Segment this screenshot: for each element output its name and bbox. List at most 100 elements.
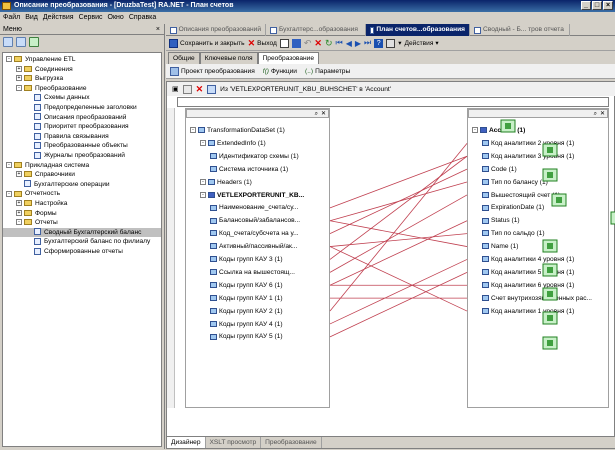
document-tab[interactable]: Бухгалтерс...образования	[266, 24, 366, 36]
expand-icon[interactable]: +	[16, 200, 22, 207]
mapping-link[interactable]	[329, 155, 468, 209]
params-button[interactable]: (..) Параметры	[305, 68, 350, 75]
tree-item[interactable]: + Настройка	[3, 199, 161, 209]
menu-item[interactable]: Действия	[43, 12, 74, 23]
main-toolbar: Сохранить и закрыть ✕ Выход ↶ ✕ ↻ ⏮ ◀ ▶ ⏭…	[166, 36, 615, 51]
tree-item[interactable]: Предопределенные заголовки	[3, 103, 161, 113]
maximize-button[interactable]: □	[592, 1, 602, 10]
designer-tab[interactable]: Преобразование	[261, 437, 322, 448]
expand-icon[interactable]: +	[16, 209, 22, 216]
sub-tab[interactable]: Ключевые поля	[199, 52, 258, 64]
mapping-link[interactable]	[329, 233, 468, 247]
tree-item[interactable]: Сформированные отчеты	[3, 247, 161, 257]
project-button[interactable]: Проект преобразования	[170, 66, 255, 76]
tree-item[interactable]: + Справочники	[3, 170, 161, 180]
tree-item[interactable]: - Отчетность	[3, 189, 161, 199]
document-tab[interactable]: План счетов...образования	[366, 24, 470, 36]
first-record-icon[interactable]: ⏮	[335, 38, 342, 48]
document-icon	[34, 103, 41, 111]
menu-item[interactable]: Вид	[25, 12, 38, 23]
undo-icon[interactable]: ↶	[304, 38, 312, 49]
tree-item[interactable]: Сводный Бухгалтерский баланс	[3, 227, 161, 238]
folder-icon	[24, 171, 32, 178]
save-icon[interactable]	[291, 38, 301, 48]
close-panel-icon[interactable]: ×	[156, 24, 160, 35]
collapse-icon[interactable]: -	[6, 161, 12, 168]
expand-icon[interactable]: +	[16, 75, 22, 82]
menu-item[interactable]: Файл	[3, 12, 20, 23]
function-icon	[547, 315, 553, 321]
designer-tab[interactable]: XSLT просмотр	[206, 437, 262, 448]
expand-icon[interactable]: +	[16, 65, 22, 72]
designer-tab[interactable]: Дизайнер	[167, 437, 206, 448]
tree-item[interactable]: + Выгрузка	[3, 74, 161, 84]
tree-item[interactable]: Описания преобразований	[3, 113, 161, 123]
transform-toolbar: Проект преобразования f() Функции (..) Пар…	[166, 64, 615, 79]
refresh-icon[interactable]	[29, 37, 39, 47]
tree-item-label: Настройка	[35, 199, 68, 207]
new-doc-icon[interactable]	[279, 38, 289, 48]
mapping-link[interactable]	[329, 259, 468, 325]
tree-item[interactable]: Схемы данных	[3, 93, 161, 103]
sub-tab[interactable]: Общие	[168, 52, 200, 64]
tab-icon	[170, 26, 177, 34]
tree-item[interactable]: - Отчеты	[3, 218, 161, 228]
collapse-icon[interactable]: -	[6, 190, 12, 197]
collapse-icon[interactable]: -	[16, 219, 22, 226]
functions-button[interactable]: f() Функции	[263, 68, 297, 75]
tree-item[interactable]: Правила связывания	[3, 132, 161, 142]
view-dropdown-icon[interactable]: ▾	[398, 39, 401, 47]
expand-icon[interactable]: +	[16, 171, 22, 178]
menu-item[interactable]: Окно	[108, 12, 124, 23]
actions-menu[interactable]: Действия ▾	[405, 39, 439, 48]
delete-icon[interactable]: ✕	[314, 38, 322, 48]
prev-record-icon[interactable]: ◀	[346, 39, 352, 48]
tree-item[interactable]: + Формы	[3, 209, 161, 219]
document-icon	[34, 122, 41, 130]
refresh-icon[interactable]: ↻	[325, 38, 333, 49]
tree-item-label: Выгрузка	[35, 75, 64, 83]
collapse-all-icon[interactable]	[16, 37, 26, 47]
save-icon	[169, 38, 178, 48]
print-icon[interactable]	[386, 38, 396, 48]
menu-item[interactable]: Справка	[129, 12, 156, 23]
minimize-button[interactable]: _	[581, 1, 591, 10]
document-icon	[34, 151, 41, 159]
expand-all-icon[interactable]	[3, 37, 13, 47]
close-button[interactable]: ×	[603, 1, 613, 10]
tree-item-label: Правила связывания	[44, 132, 109, 140]
exit-button[interactable]: ✕ Выход	[248, 38, 277, 48]
tree-item[interactable]: Бухгалтерский баланс по филиалу	[3, 237, 161, 247]
mapping-link[interactable]	[329, 143, 468, 312]
tree-item[interactable]: Преобразованные объекты	[3, 141, 161, 151]
mapping-link[interactable]	[329, 155, 468, 260]
collapse-icon[interactable]: -	[16, 85, 22, 92]
mapping-link[interactable]	[329, 271, 468, 338]
document-tab[interactable]: Сводный - Б... тров отчета	[470, 24, 570, 36]
tree-item[interactable]: Приоритет преобразования	[3, 122, 161, 132]
tree-item[interactable]: Бухгалтерские операции	[3, 180, 161, 190]
tree-item[interactable]: + Соединения	[3, 65, 161, 75]
tree-item[interactable]: Журналы преобразований	[3, 151, 161, 161]
mapping-link[interactable]	[329, 246, 468, 312]
next-record-icon[interactable]: ▶	[355, 39, 361, 48]
tree-item[interactable]: - Прикладная система	[3, 161, 161, 171]
document-tab[interactable]: Описания преобразований	[166, 24, 266, 36]
mapping-link[interactable]	[329, 220, 468, 286]
collapse-icon[interactable]: -	[6, 56, 12, 63]
folder-icon	[24, 85, 32, 92]
menu-item[interactable]: Сервис	[79, 12, 103, 23]
mapping-link[interactable]	[329, 168, 468, 235]
save-close-button[interactable]: Сохранить и закрыть	[169, 38, 245, 48]
tree-item-label: Бухгалтерский баланс по филиалу	[44, 238, 151, 246]
mapping-link[interactable]	[329, 220, 468, 247]
sub-tab[interactable]: Преобразование	[257, 52, 320, 64]
mapping-function-node[interactable]	[610, 211, 615, 225]
tree-item-label: Прикладная система	[25, 161, 90, 169]
navigation-tree: - Управление ETL + Соединения + Выгрузка - Прео…	[2, 52, 162, 447]
tree-item[interactable]: - Управление ETL	[3, 55, 161, 65]
folder-icon	[24, 75, 32, 82]
last-record-icon[interactable]: ⏭	[364, 38, 371, 48]
tree-item[interactable]: - Преобразование	[3, 84, 161, 94]
help-icon[interactable]: ?	[374, 38, 384, 48]
